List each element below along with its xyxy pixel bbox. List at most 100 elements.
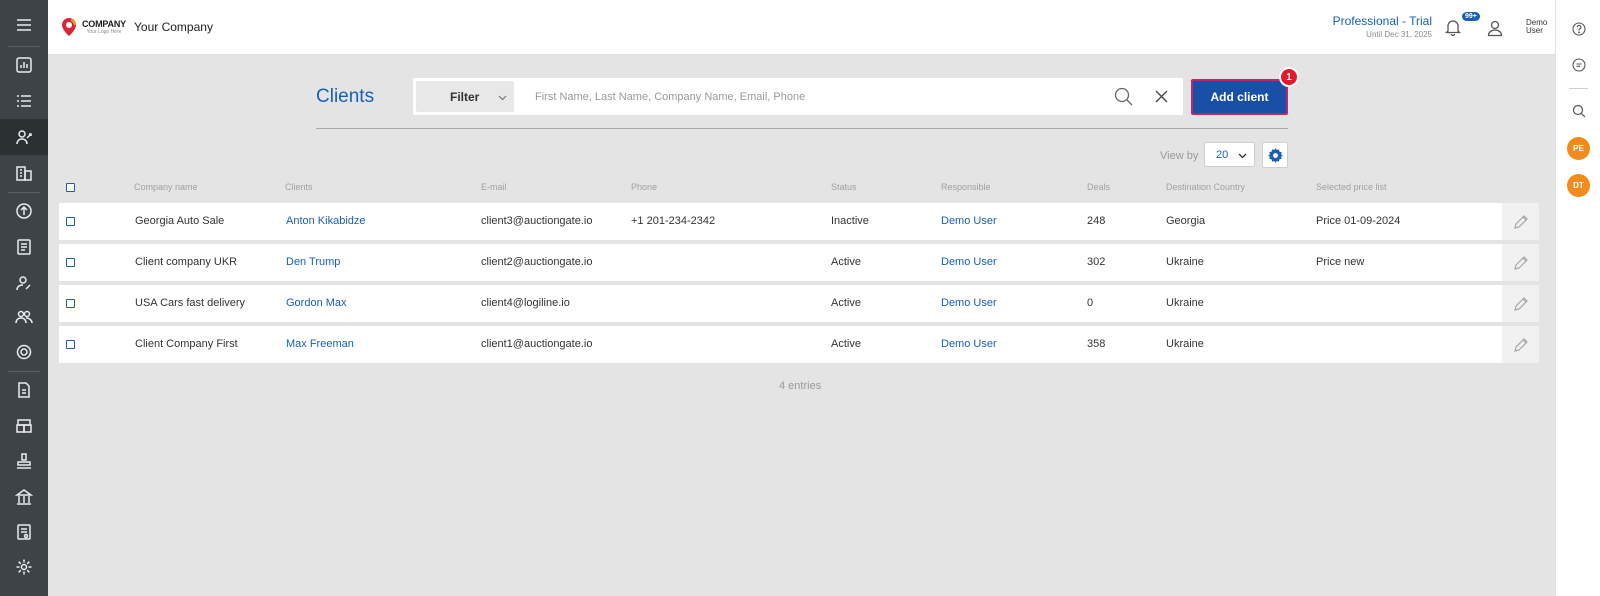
client-link[interactable]: Gordon Max xyxy=(286,297,347,309)
search-icon[interactable] xyxy=(1114,87,1133,106)
column-header[interactable]: Responsible xyxy=(941,182,991,192)
column-header[interactable]: Phone xyxy=(631,182,657,192)
view-by-select[interactable]: 20 xyxy=(1204,142,1255,167)
filter-button[interactable]: Filter xyxy=(416,81,514,112)
sidebar-item-exchange[interactable] xyxy=(0,193,48,229)
status-cell: Active xyxy=(831,297,861,309)
sidebar-item-warehouse[interactable] xyxy=(0,408,48,444)
sidebar-item-ledger[interactable] xyxy=(0,229,48,265)
status-cell: Inactive xyxy=(831,215,869,227)
pencil-icon xyxy=(1513,214,1528,229)
edit-button[interactable] xyxy=(1502,203,1539,240)
responsible-link[interactable]: Demo User xyxy=(941,338,997,350)
table-row[interactable]: Client company UKR Den Trump client2@auc… xyxy=(59,244,1539,281)
sidebar-item-user-edit[interactable] xyxy=(0,265,48,301)
logo-tagline: Your Logo Here xyxy=(86,29,122,35)
country-cell: Ukraine xyxy=(1166,256,1204,268)
edit-button[interactable] xyxy=(1502,326,1539,363)
page-title: Clients xyxy=(316,86,375,107)
column-header[interactable]: Destination Country xyxy=(1166,182,1245,192)
table-row[interactable]: Client Company First Max Freeman client1… xyxy=(59,326,1539,363)
column-header[interactable]: Company name xyxy=(134,182,198,192)
settings-gear-icon xyxy=(16,344,32,360)
user-edit-icon xyxy=(16,276,31,291)
user-icon[interactable] xyxy=(1486,19,1504,37)
close-icon[interactable] xyxy=(1155,90,1168,103)
company-cell: Client company UKR xyxy=(135,256,238,268)
list-icon xyxy=(17,95,31,107)
email-cell: client3@auctiongate.io xyxy=(481,215,593,227)
row-checkbox[interactable] xyxy=(66,299,75,308)
sidebar-item-port[interactable] xyxy=(0,479,48,515)
rail-divider xyxy=(1569,88,1588,89)
view-by-value: 20 xyxy=(1216,149,1229,161)
dashboard-icon xyxy=(16,57,32,73)
country-cell: Ukraine xyxy=(1166,297,1204,309)
plan-name[interactable]: Professional - Trial xyxy=(1333,14,1432,28)
row-checkbox[interactable] xyxy=(66,217,75,226)
document-icon xyxy=(18,382,30,398)
column-header[interactable]: Status xyxy=(831,182,857,192)
company-name: Your Company xyxy=(134,20,213,34)
filter-label: Filter xyxy=(450,89,480,104)
entries-count: 4 entries xyxy=(779,380,822,392)
status-cell: Active xyxy=(831,338,861,350)
add-client-button[interactable]: Add client xyxy=(1191,79,1288,115)
column-header[interactable]: Deals xyxy=(1087,182,1110,192)
table-row[interactable]: Georgia Auto Sale Anton Kikabidze client… xyxy=(59,203,1539,240)
client-link[interactable]: Den Trump xyxy=(286,256,340,268)
select-all-checkbox[interactable] xyxy=(66,183,75,192)
search-icon[interactable] xyxy=(1572,104,1586,118)
responsible-link[interactable]: Demo User xyxy=(941,256,997,268)
right-rail: PE DT xyxy=(1555,0,1600,596)
plan-info[interactable]: Professional - Trial Until Dec 31, 2025 xyxy=(1333,14,1432,39)
gear-icon xyxy=(1267,147,1283,163)
responsible-link[interactable]: Demo User xyxy=(941,215,997,227)
notifications-badge: 99+ xyxy=(1461,11,1481,22)
sidebar-item-team[interactable] xyxy=(0,299,48,335)
sidebar-item-clients[interactable] xyxy=(0,119,48,155)
menu-toggle-button[interactable] xyxy=(0,7,48,43)
row-checkbox[interactable] xyxy=(66,258,75,267)
country-cell: Georgia xyxy=(1166,215,1206,227)
table-row[interactable]: USA Cars fast delivery Gordon Max client… xyxy=(59,285,1539,322)
sidebar-item-invoice[interactable] xyxy=(0,514,48,550)
price-list-cell: Price 01-09-2024 xyxy=(1316,215,1401,227)
logo-pin-icon xyxy=(62,18,76,36)
sidebar-item-settings[interactable] xyxy=(0,549,48,585)
email-cell: client4@logiline.io xyxy=(481,297,570,309)
help-icon[interactable] xyxy=(1572,22,1586,36)
client-link[interactable]: Anton Kikabidze xyxy=(286,215,366,227)
column-header[interactable]: Selected price list xyxy=(1316,182,1387,192)
avatar[interactable]: PE xyxy=(1567,137,1590,160)
sidebar-item-list[interactable] xyxy=(0,83,48,119)
sidebar-item-buildings[interactable] xyxy=(0,155,48,191)
price-list-cell: Price new xyxy=(1316,256,1365,268)
search-input[interactable] xyxy=(535,87,1075,107)
table-settings-button[interactable] xyxy=(1262,142,1288,168)
company-logo[interactable]: COMPANY Your Logo Here xyxy=(60,17,126,37)
sidebar-item-settings-gear[interactable] xyxy=(0,334,48,370)
responsible-link[interactable]: Demo User xyxy=(941,297,997,309)
table-header: Company name Clients E-mail Phone Status… xyxy=(59,182,1539,196)
column-header[interactable]: Clients xyxy=(285,182,313,192)
clients-icon xyxy=(16,130,32,145)
invoice-icon xyxy=(17,524,31,540)
chat-icon[interactable] xyxy=(1572,58,1586,72)
avatar[interactable]: DT xyxy=(1567,174,1590,197)
sidebar-item-document[interactable] xyxy=(0,372,48,408)
bell-icon[interactable] xyxy=(1444,18,1462,36)
sidebar-item-dashboard[interactable] xyxy=(0,47,48,83)
exchange-icon xyxy=(16,203,32,219)
edit-button[interactable] xyxy=(1502,285,1539,322)
user-name[interactable]: Demo User xyxy=(1526,19,1550,35)
sidebar-item-stamp[interactable] xyxy=(0,443,48,479)
menu-icon xyxy=(17,19,31,31)
company-cell: Georgia Auto Sale xyxy=(135,215,225,227)
row-checkbox[interactable] xyxy=(66,340,75,349)
email-cell: client1@auctiongate.io xyxy=(481,338,593,350)
client-link[interactable]: Max Freeman xyxy=(286,338,354,350)
column-header[interactable]: E-mail xyxy=(481,182,507,192)
left-sidebar xyxy=(0,0,48,596)
edit-button[interactable] xyxy=(1502,244,1539,281)
